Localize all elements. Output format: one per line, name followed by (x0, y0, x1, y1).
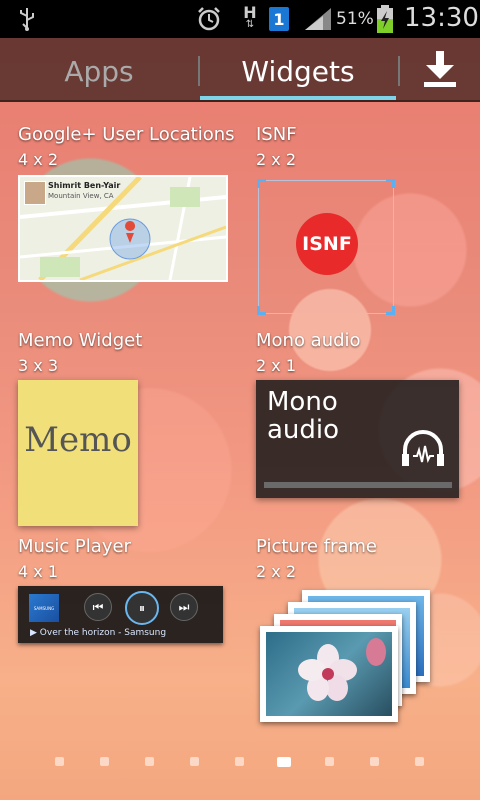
clock: 13:30 (404, 3, 479, 33)
widget-title-memo: Memo Widget (18, 330, 143, 351)
music-track-title: ▶ Over the horizon - Samsung (30, 628, 167, 638)
widget-preview-google-plus-locations[interactable]: Shimrit Ben-Yair Mountain View, CA (18, 175, 228, 282)
download-button[interactable] (400, 38, 480, 100)
widget-size-memo: 3 x 3 (18, 356, 58, 375)
tab-widgets[interactable]: Widgets (200, 40, 396, 102)
widget-size-isnf: 2 x 2 (256, 150, 296, 169)
widget-preview-picture-frame[interactable] (258, 586, 433, 726)
notification-badge-icon: 1 (268, 4, 290, 34)
headphones-icon (402, 430, 444, 466)
next-icon: ⏭ (170, 593, 198, 621)
page-indicator (0, 752, 480, 772)
widget-title-music-player: Music Player (18, 536, 131, 557)
mono-audio-label: Mono audio (267, 387, 340, 445)
previous-icon: ⏮ (84, 593, 112, 621)
battery-percent: 51% (336, 9, 374, 29)
network-type-label: H (243, 3, 257, 22)
widget-size-picture-frame: 2 x 2 (256, 562, 296, 581)
notification-count: 1 (269, 7, 289, 31)
page-dot-active[interactable] (277, 757, 291, 767)
memo-label: Memo (24, 420, 132, 460)
page-dot[interactable] (235, 757, 244, 766)
flower-image (298, 638, 386, 701)
photo-stack-front (260, 626, 398, 722)
page-dot[interactable] (190, 757, 199, 766)
album-art-label: SAMSUNG (33, 605, 55, 611)
widget-title-mono-audio: Mono audio (256, 330, 361, 351)
widget-title-google-plus-locations: Google+ User Locations (18, 124, 235, 145)
page-dot[interactable] (325, 757, 334, 766)
page-dot[interactable] (55, 757, 64, 766)
tab-bar-divider (0, 100, 480, 102)
battery-charging-icon (375, 4, 395, 34)
widget-size-music-player: 4 x 1 (18, 562, 58, 581)
mono-audio-balance-bar (264, 482, 452, 488)
map-person-place: Mountain View, CA (48, 192, 114, 200)
tab-apps[interactable]: Apps (0, 40, 198, 102)
download-icon (424, 51, 456, 87)
widget-size-google-plus-locations: 4 x 2 (18, 150, 58, 169)
pause-icon: ⏸ (125, 591, 159, 625)
status-bar: H ⇅ 1 51% 13:30 (0, 0, 480, 38)
page-dot[interactable] (370, 757, 379, 766)
track-text: Over the horizon - Samsung (39, 628, 167, 638)
signal-icon (302, 4, 334, 34)
page-dot[interactable] (100, 757, 109, 766)
usb-icon (12, 4, 42, 34)
widget-size-mono-audio: 2 x 1 (256, 356, 296, 375)
widget-title-isnf: ISNF (256, 124, 297, 145)
avatar (24, 181, 46, 205)
alarm-icon (194, 4, 224, 34)
data-transfer-icon: H ⇅ (243, 3, 257, 31)
widget-title-picture-frame: Picture frame (256, 536, 377, 557)
album-art: SAMSUNG (29, 594, 59, 622)
page-dot[interactable] (415, 757, 424, 766)
map-person-name: Shimrit Ben-Yair (48, 181, 121, 190)
isnf-logo: ISNF (296, 213, 358, 275)
page-dot[interactable] (145, 757, 154, 766)
